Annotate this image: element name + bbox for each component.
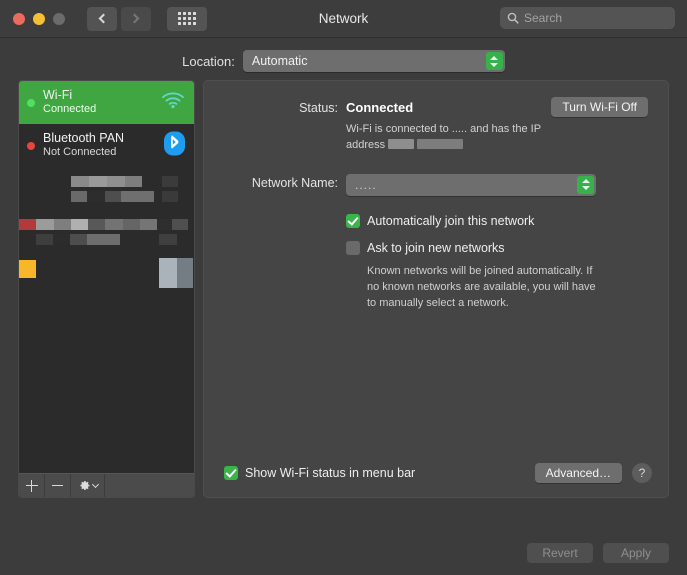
wifi-icon (161, 92, 185, 114)
service-state: Connected (43, 103, 96, 117)
zoom-button (53, 13, 65, 25)
network-name-value: ..... (355, 178, 377, 192)
service-state: Not Connected (43, 146, 124, 160)
service-actions-button[interactable] (71, 474, 105, 497)
ask-join-checkbox[interactable] (346, 241, 360, 255)
apply-button[interactable]: Apply (603, 543, 669, 563)
up-down-chevron-icon (486, 52, 503, 70)
traffic-light-group (13, 13, 65, 25)
sidebar-item-bluetooth-pan[interactable]: Bluetooth PAN Not Connected (19, 124, 194, 167)
forward-button[interactable] (121, 7, 151, 31)
status-dot (27, 142, 35, 150)
minimize-button[interactable] (33, 13, 45, 25)
advanced-button[interactable]: Advanced… (535, 463, 622, 483)
preferences-body: Wi-Fi Connected (0, 80, 687, 498)
join-help-text: Known networks will be joined automatica… (367, 264, 603, 312)
back-button[interactable] (87, 7, 117, 31)
help-button[interactable]: ? (632, 463, 652, 483)
toolbar-spacer (105, 474, 194, 497)
status-label: Status: (224, 99, 346, 154)
auto-join-checkbox[interactable] (346, 214, 360, 228)
network-name-label: Network Name: (224, 174, 346, 312)
search-field[interactable] (500, 7, 675, 29)
add-service-button[interactable] (19, 474, 45, 497)
description-text-3: address (346, 139, 385, 151)
show-wifi-status-checkbox[interactable] (224, 466, 238, 480)
window-footer: Revert Apply (527, 543, 669, 563)
chevron-left-icon (99, 14, 109, 24)
show-all-grid-icon (178, 12, 196, 25)
description-text-2: and has the IP (470, 123, 541, 135)
search-icon (507, 12, 519, 24)
turn-wifi-off-button[interactable]: Turn Wi-Fi Off (551, 97, 648, 117)
location-label: Location: (182, 54, 235, 69)
chevron-down-icon (91, 481, 98, 488)
wifi-detail-pane: Status: Connected Wi-Fi is connected to … (203, 80, 669, 498)
bluetooth-icon (164, 131, 185, 160)
revert-button[interactable]: Revert (527, 543, 593, 563)
network-name-row: Network Name: ..... Automatically join t… (224, 174, 648, 312)
show-status-checkbox-row[interactable]: Show Wi-Fi status in menu bar (224, 466, 415, 480)
location-row: Location: Automatic (0, 38, 687, 80)
search-input[interactable] (524, 11, 679, 25)
list-item[interactable] (19, 253, 194, 296)
redacted-ip-block-1 (388, 139, 414, 149)
sidebar-item-wifi[interactable]: Wi-Fi Connected (19, 81, 194, 124)
redacted-ip-block-2 (417, 139, 463, 149)
sidebar-toolbar (19, 473, 194, 497)
show-all-button[interactable] (167, 7, 207, 31)
plus-icon (26, 480, 38, 492)
service-name: Wi-Fi (43, 88, 96, 104)
detail-actions: Advanced… ? (535, 463, 652, 483)
service-list: Wi-Fi Connected (19, 81, 194, 473)
network-name-popup-button[interactable]: ..... (346, 174, 596, 196)
redacted-network-name: ..... (452, 123, 467, 135)
list-item[interactable] (19, 167, 194, 210)
remove-service-button[interactable] (45, 474, 71, 497)
chevron-right-icon (130, 14, 140, 24)
ask-join-checkbox-row[interactable]: Ask to join new networks (346, 241, 648, 255)
show-wifi-status-label: Show Wi-Fi status in menu bar (245, 466, 415, 480)
service-list-sidebar: Wi-Fi Connected (18, 80, 195, 498)
auto-join-checkbox-row[interactable]: Automatically join this network (346, 214, 648, 228)
location-popup-button[interactable]: Automatic (243, 50, 505, 72)
description-text-1: Wi-Fi is connected to (346, 123, 449, 135)
up-down-chevron-icon (577, 176, 594, 194)
location-value: Automatic (252, 54, 308, 68)
status-dot (27, 99, 35, 107)
window-titlebar: Network (0, 0, 687, 38)
connection-description: Wi-Fi is connected to ..... and has the … (346, 122, 568, 154)
detail-bottom-bar: Show Wi-Fi status in menu bar Advanced… … (224, 463, 652, 483)
service-name: Bluetooth PAN (43, 131, 124, 147)
close-button[interactable] (13, 13, 25, 25)
list-item[interactable] (19, 210, 194, 253)
auto-join-label: Automatically join this network (367, 214, 534, 228)
network-preferences-window: Network Location: Automatic (0, 0, 687, 575)
ask-join-label: Ask to join new networks (367, 241, 505, 255)
minus-icon (52, 485, 63, 487)
gear-icon (78, 479, 91, 492)
navigation-buttons (87, 7, 151, 31)
